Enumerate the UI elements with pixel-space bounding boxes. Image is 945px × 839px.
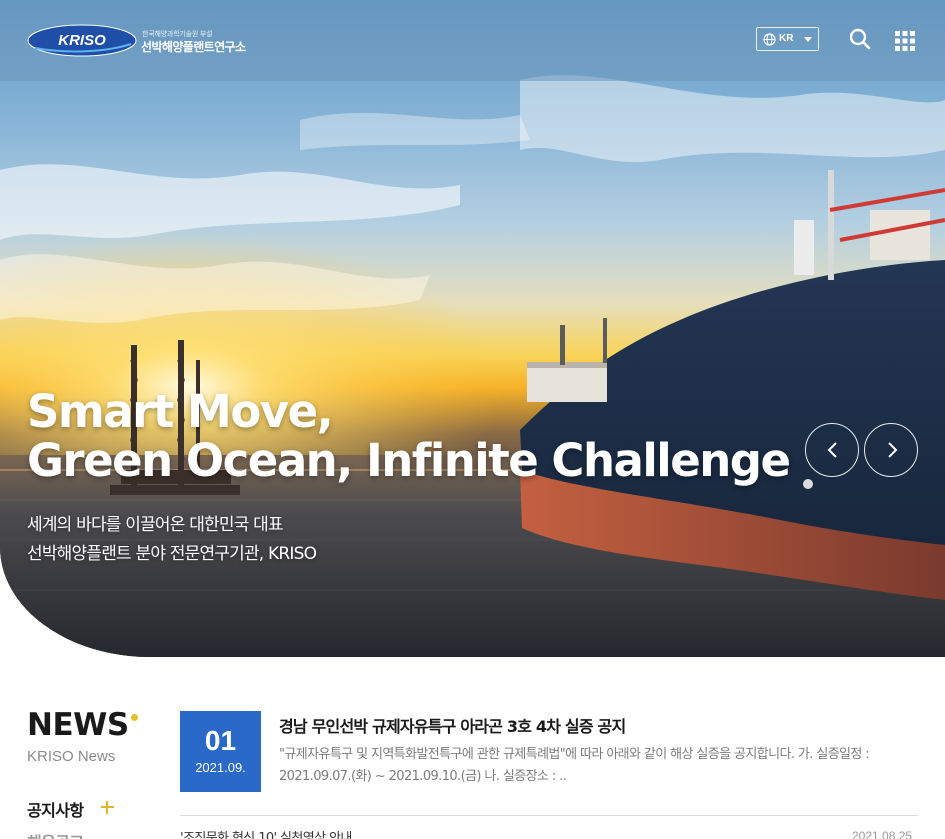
hero-subtitle-line2: 선박해양플랜트 분야 전문연구기관, KRISO [27,544,317,564]
news-tab-recruit[interactable]: 채용공고 [27,829,84,839]
language-code: KR [779,33,794,44]
hero-banner: KRISO 한국해양과학기술원 부설 선박해양플랜트연구소 KR Smart M… [0,0,945,657]
hero-subtitle: 세계의 바다를 이끌어온 대한민국 대표 선박해양플랜트 분야 전문연구기관, … [27,511,317,569]
search-icon[interactable] [849,28,871,50]
featured-post-excerpt: "규제자유특구 및 지역특화발전특구에 관한 규제특례법"에 따라 아래와 같이… [279,747,870,784]
news-list-item-date: 2021.08.25 [852,829,913,839]
kriso-logo[interactable]: KRISO [27,24,137,57]
logo-text: KRISO [58,32,106,49]
hero-title: Smart Move, Green Ocean, Infinite Challe… [27,385,791,487]
divider [180,815,918,816]
chevron-down-icon [804,37,812,42]
news-subheading: KRISO News [27,748,116,765]
hero-title-line1: Smart Move, [27,385,334,438]
org-name: 선박해양플랜트연구소 [141,40,246,54]
hero-title-line2: Green Ocean, Infinite Challenge [27,434,791,487]
slide-prev-button[interactable] [805,423,859,477]
site-header: KRISO 한국해양과학기술원 부설 선박해양플랜트연구소 KR [0,0,945,81]
featured-date-badge: 01 2021.09. [180,711,261,792]
slide-next-button[interactable] [864,423,918,477]
news-heading-dot [131,714,138,721]
globe-icon [763,33,776,46]
news-tab-notice[interactable]: 공지사항 [27,797,84,821]
grid-menu-icon[interactable] [895,31,915,51]
chevron-left-icon [827,442,837,458]
news-list-item-title[interactable]: '조직문화 혁신 10' 실천영상 안내 [180,827,352,839]
plus-icon[interactable] [101,801,114,814]
featured-day: 01 [204,725,237,756]
featured-year-month: 2021.09. [195,760,246,775]
news-heading: NEWS [27,707,129,743]
language-select[interactable]: KR [756,27,819,51]
chevron-right-icon [888,442,898,458]
hero-subtitle-line1: 세계의 바다를 이끌어온 대한민국 대표 [27,515,284,535]
featured-post-title[interactable]: 경남 무인선박 규제자유특구 아라곤 3호 4차 실증 공지 [279,713,626,737]
